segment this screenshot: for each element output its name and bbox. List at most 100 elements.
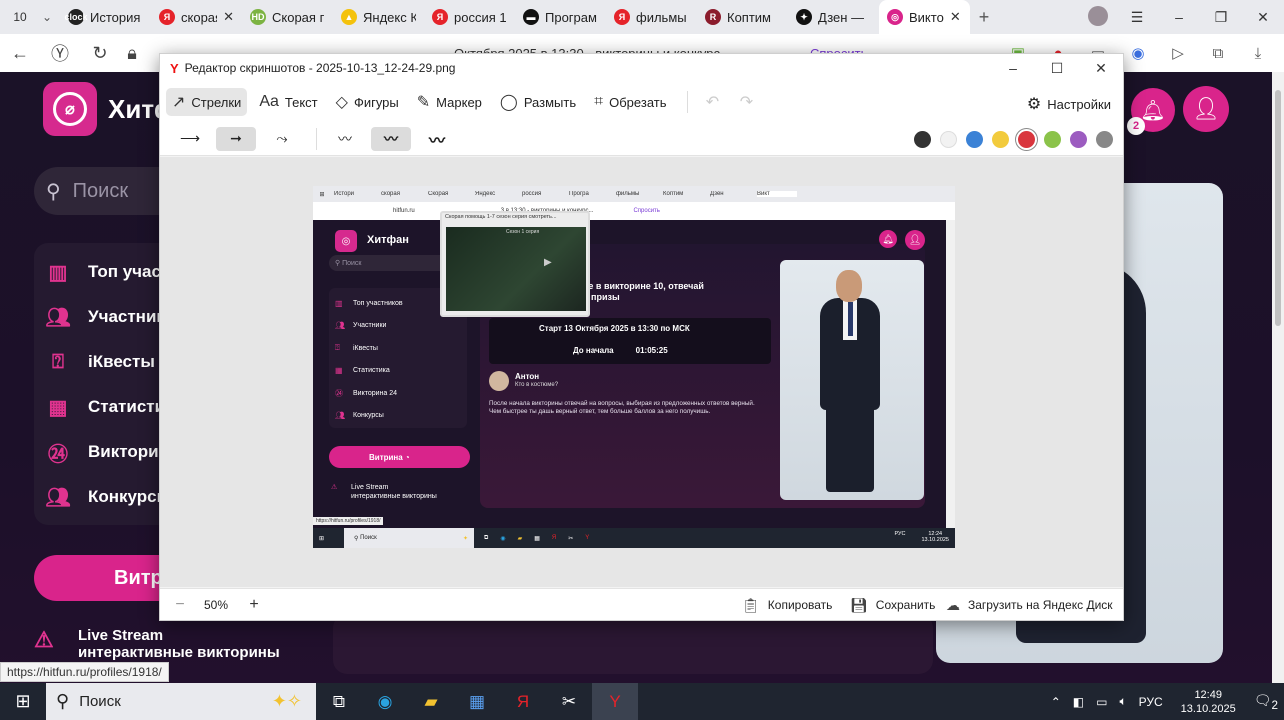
settings-button[interactable]: ⚙ Настройки: [1027, 94, 1111, 114]
save-button[interactable]: 💾︎ Сохранить: [850, 589, 935, 621]
sparkle-icon: ✦✧: [271, 691, 302, 711]
shot-vitrina-label: Витрина: [369, 452, 403, 462]
sidebar-nav-item[interactable]: ㉔ Виктори: [44, 437, 159, 467]
zoom-in-button[interactable]: +: [242, 594, 266, 616]
shot-taskbar-search-label: Поиск: [360, 535, 377, 541]
browser-tab[interactable]: ▬ Програм: [515, 0, 606, 34]
browser-tab[interactable]: Яроссия 1: [424, 0, 515, 34]
restore-icon[interactable]: ❐: [1200, 9, 1242, 26]
browser-tab[interactable]: ▲ Яндекс К: [333, 0, 424, 34]
collections-icon[interactable]: ⧉: [1198, 45, 1238, 62]
edge-icon[interactable]: ◉: [362, 683, 408, 720]
notifications-icon[interactable]: 🗨︎2: [1254, 692, 1278, 712]
live-stream-link[interactable]: ⚠ Live Stream интерактивные викторины: [34, 627, 314, 661]
color-swatch[interactable]: [991, 130, 1009, 148]
sidebar-nav-item[interactable]: ▥ Топ участ: [44, 257, 170, 287]
shot-logo: ◎: [335, 230, 357, 252]
lock-icon[interactable]: 🔒︎: [120, 43, 144, 64]
zoom-out-button[interactable]: −: [168, 594, 192, 616]
color-swatch[interactable]: [965, 130, 983, 148]
upload-yandex-disk-button[interactable]: ☁ Загрузить на Яндекс Диск: [946, 589, 1113, 621]
volume-icon[interactable]: 🔈︎: [1119, 694, 1126, 709]
color-swatch[interactable]: [1069, 130, 1087, 148]
clock[interactable]: 12:49 13.10.2025: [1175, 688, 1242, 716]
menu-icon[interactable]: ☰: [1116, 9, 1158, 26]
tray-app-icon[interactable]: ◧: [1073, 695, 1084, 709]
back-icon[interactable]: ←: [0, 43, 40, 64]
tab-close-icon[interactable]: ✕: [223, 9, 234, 25]
browser-tab[interactable]: ✦ Дзен —: [788, 0, 879, 34]
taskbar-search[interactable]: ⚲ Поиск ✦✧: [46, 683, 316, 720]
minimize-icon[interactable]: –: [1158, 9, 1200, 25]
tool-shapes[interactable]: ◇ Фигуры: [330, 88, 405, 116]
tab-favicon-icon: R: [705, 9, 721, 25]
yandex-browser-icon[interactable]: Y: [592, 683, 638, 720]
tray-chevron-icon[interactable]: ⌃: [1051, 695, 1061, 709]
maximize-icon[interactable]: ☐: [1035, 54, 1079, 82]
sidebar-nav-item[interactable]: 👥︎ Участник: [44, 302, 165, 332]
tool-blur[interactable]: ◯ Размыть: [494, 88, 582, 116]
explorer-icon[interactable]: ▰: [408, 683, 454, 720]
extension-blue-icon[interactable]: ◉: [1118, 44, 1158, 62]
user-avatar[interactable]: 👤︎: [1183, 86, 1229, 132]
new-tab-button[interactable]: +: [970, 7, 998, 28]
sidebar-nav-item[interactable]: ▦ Статисти: [44, 392, 166, 422]
windows-start-icon[interactable]: ⊞: [0, 691, 46, 712]
screen-tool-icon[interactable]: ✂: [546, 683, 592, 720]
yandex-app-icon[interactable]: Я: [500, 683, 546, 720]
close-icon[interactable]: ✕: [1079, 54, 1123, 82]
language-indicator[interactable]: РУС: [1139, 695, 1163, 709]
network-icon[interactable]: ▭: [1096, 695, 1107, 709]
shot-live-stream: ⚠ Live Stream интерактивные викторины: [331, 483, 437, 501]
shot-countdown-label: До начала: [573, 346, 614, 355]
tab-count-button[interactable]: 10: [6, 6, 34, 28]
tool-label: Маркер: [436, 94, 482, 110]
tool-arrow[interactable]: ↗ Стрелки: [166, 88, 248, 116]
undo-icon[interactable]: ↶: [696, 92, 730, 112]
store-icon[interactable]: ▦: [454, 683, 500, 720]
shot-address: hitfun.ru: [393, 208, 415, 214]
browser-tab[interactable]: clock История: [60, 0, 151, 34]
color-swatch[interactable]: [913, 130, 931, 148]
color-swatch[interactable]: [939, 130, 957, 148]
color-swatch[interactable]: [1043, 130, 1061, 148]
task-view-icon[interactable]: ⧉: [316, 683, 362, 720]
browser-tab[interactable]: Яфильмы: [606, 0, 697, 34]
editor-canvas[interactable]: ⊞ Истори скорая Скорая Яндекс россия Програ фил…: [160, 157, 1123, 587]
site-logo[interactable]: ⌀: [43, 82, 97, 136]
browser-tab[interactable]: R Коптим: [697, 0, 788, 34]
redo-icon[interactable]: ↷: [730, 92, 764, 112]
line-width-thin[interactable]: 〰: [325, 127, 365, 151]
tool-marker[interactable]: ✎ Маркер: [411, 88, 488, 116]
arrow-style-dotted[interactable]: ⤳: [262, 127, 302, 151]
line-width-medium[interactable]: 〰: [371, 126, 411, 151]
minimize-icon[interactable]: –: [991, 54, 1035, 82]
copy-label: Копировать: [767, 598, 833, 612]
tab-title: Скорая г: [272, 9, 325, 25]
media-icon[interactable]: ▷: [1158, 44, 1198, 62]
close-icon[interactable]: ✕: [1242, 9, 1284, 26]
tab-list-chevron-icon[interactable]: ⌄: [34, 10, 60, 24]
tool-text[interactable]: Aa Текст: [253, 88, 323, 116]
sidebar-nav-icon: ⍰: [52, 350, 64, 373]
downloads-icon[interactable]: ⤓: [1238, 45, 1278, 62]
arrow-style-bold[interactable]: ➞: [216, 126, 256, 151]
sidebar-nav-item[interactable]: 👥︎ Конкурсы: [44, 482, 171, 512]
browser-tab[interactable]: Яскорая ✕: [151, 0, 242, 34]
line-width-thick[interactable]: 〰: [417, 127, 457, 151]
page-scrollbar[interactable]: [1272, 72, 1284, 684]
copy-button[interactable]: 📋︎ Копировать: [742, 589, 832, 621]
profile-avatar[interactable]: [1080, 5, 1116, 29]
tab-close-icon[interactable]: ✕: [950, 9, 961, 25]
tool-crop[interactable]: ⌗ Обрезать: [588, 88, 672, 116]
link-status-url: https://hitfun.ru/profiles/1918/: [0, 662, 169, 682]
reload-icon[interactable]: ↻: [80, 43, 120, 64]
browser-tab[interactable]: ◎ Викто ✕: [879, 0, 970, 34]
yandex-icon[interactable]: Ⓨ: [40, 40, 80, 66]
color-swatch[interactable]: [1017, 130, 1035, 148]
live-stream-title: Live Stream: [78, 627, 164, 644]
arrow-style-thin[interactable]: ⟶: [170, 127, 210, 151]
sidebar-nav-item[interactable]: ⍰ iКвесты: [44, 347, 155, 377]
color-swatch[interactable]: [1095, 130, 1113, 148]
browser-tab[interactable]: HD Скорая г: [242, 0, 333, 34]
